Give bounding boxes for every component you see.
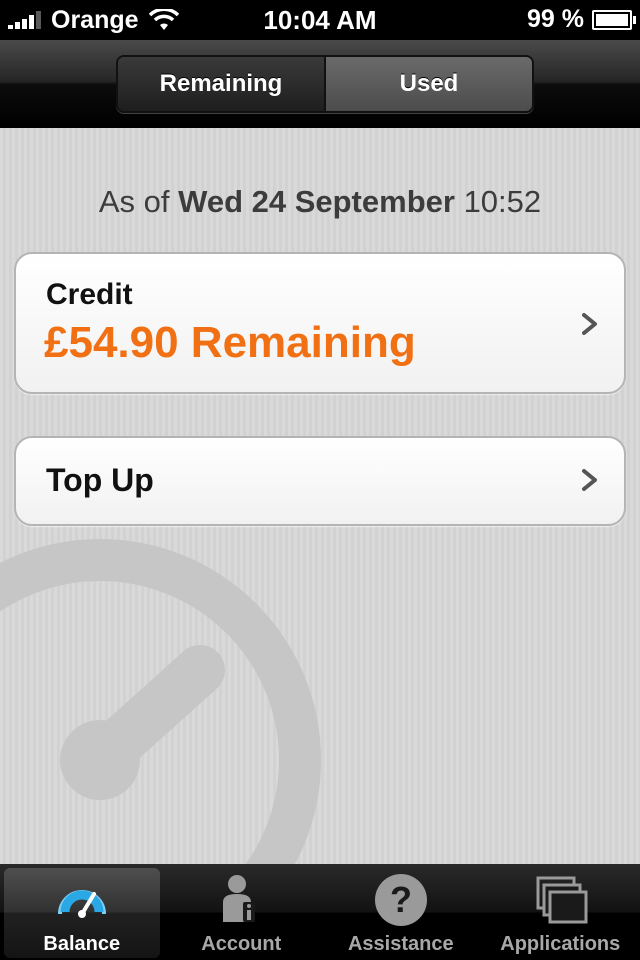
- status-right: 99 %: [527, 5, 636, 34]
- remaining-used-segmented-control: Remaining Used: [116, 55, 534, 113]
- tab-label: Account: [201, 933, 282, 955]
- tab-balance[interactable]: Balance: [4, 868, 160, 958]
- svg-text:?: ?: [390, 879, 412, 920]
- battery-icon: [592, 9, 636, 30]
- as-of-prefix: As of: [98, 184, 170, 219]
- top-up-cell[interactable]: Top Up: [14, 436, 626, 526]
- battery-percent: 99 %: [527, 5, 584, 33]
- person-info-icon: [223, 875, 256, 922]
- as-of-timestamp: As of Wed 24 September 10:52: [0, 184, 640, 220]
- tab-label: Applications: [500, 933, 621, 955]
- chevron-right-icon: [582, 313, 597, 335]
- tab-label: Balance: [43, 933, 121, 955]
- as-of-time: 10:52: [463, 184, 542, 219]
- nav-bar: Remaining Used: [0, 40, 640, 128]
- segment-used[interactable]: Used: [326, 57, 532, 111]
- tab-account[interactable]: Account: [162, 864, 322, 960]
- credit-cell[interactable]: Credit £54.90 Remaining: [14, 252, 626, 394]
- tab-label: Assistance: [347, 933, 454, 955]
- top-up-label: Top Up: [46, 462, 154, 498]
- tab-bar: Balance Account ? Assistance Application…: [0, 864, 640, 960]
- segment-remaining[interactable]: Remaining: [118, 57, 326, 111]
- credit-label: Credit: [46, 278, 133, 311]
- gauge-icon: [57, 890, 106, 918]
- question-icon: ?: [374, 874, 427, 926]
- tab-applications[interactable]: Applications: [481, 864, 640, 960]
- tab-assistance[interactable]: ? Assistance: [321, 864, 481, 960]
- status-bar: Orange 10:04 AM 99 %: [0, 0, 640, 40]
- credit-remaining-value: £54.90 Remaining: [44, 318, 416, 367]
- chevron-right-icon: [582, 469, 597, 491]
- app-screen: Orange 10:04 AM 99 % Remaining Used As o…: [0, 0, 640, 960]
- windows-stack-icon: [536, 876, 588, 924]
- as-of-date: Wed 24 September: [178, 184, 455, 219]
